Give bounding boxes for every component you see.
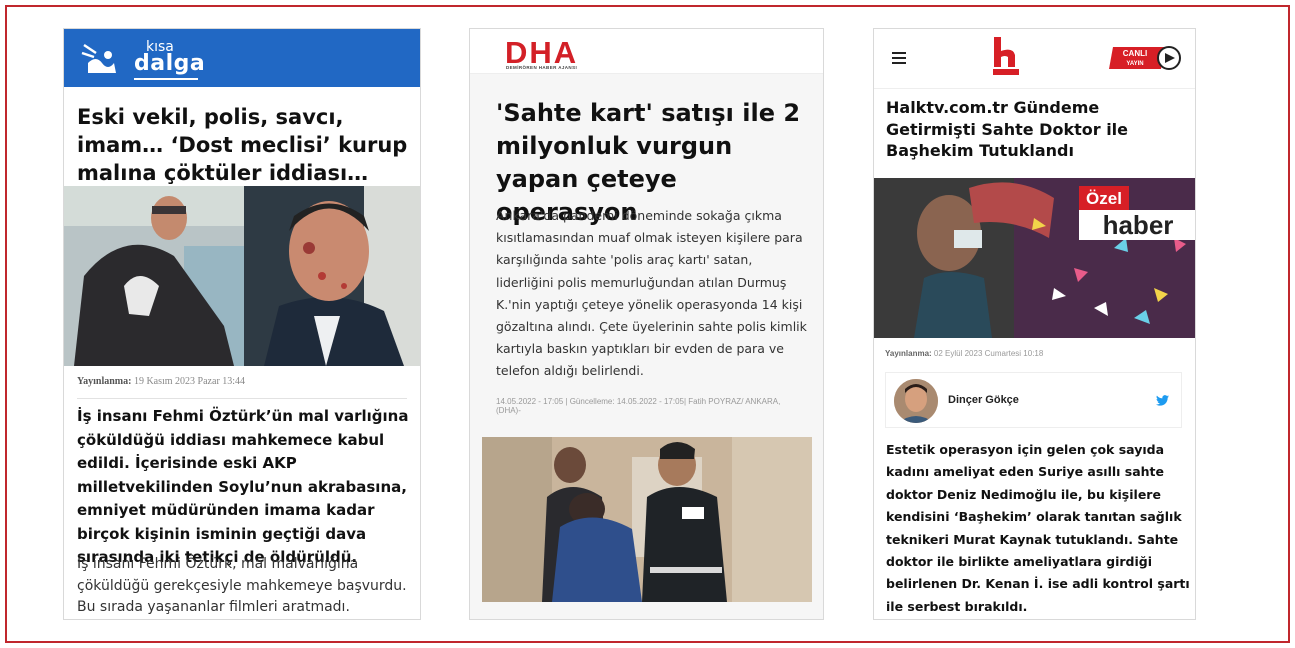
article-meta: 14.05.2022 - 17:05 | Güncelleme: 14.05.2… [496, 397, 781, 415]
dha-logo-subtitle: DEMİRÖREN HABER AJANSI [506, 65, 578, 70]
avatar [894, 379, 938, 423]
wave-icon [81, 43, 116, 73]
live-broadcast-button[interactable]: CANLI YAYIN [1109, 45, 1181, 71]
article-photo [482, 437, 812, 602]
hamburger-menu-icon[interactable] [892, 52, 906, 67]
news-card-kisadalga: kısa dalga Eski vekil, polis, savcı, ima… [63, 28, 421, 620]
news-card-halktv: CANLI YAYIN Halktv.com.tr Gündeme Getirm… [873, 28, 1196, 620]
article-photo: Özel haber [874, 178, 1195, 338]
publish-date-label: Yayınlanma: [885, 349, 932, 358]
live-label-2: YAYIN [1126, 61, 1143, 67]
publish-date: Yayınlanma: 19 Kasım 2023 Pazar 13:44 [77, 376, 245, 387]
logo-underline [134, 78, 198, 80]
twitter-icon[interactable] [1156, 395, 1169, 406]
article-lead: Estetik operasyon için gelen çok sayıda … [886, 442, 1190, 614]
headline[interactable]: Halktv.com.tr Gündeme Getirmişti Sahte D… [886, 97, 1186, 162]
divider [77, 398, 407, 399]
article-lead: İş insanı Fehmi Öztürk’ün mal varlığına … [77, 407, 409, 566]
article-photo [64, 186, 420, 366]
kisadalga-logo[interactable]: kısa dalga [78, 37, 208, 81]
live-label-1: CANLI [1123, 49, 1147, 58]
halktv-logo[interactable] [991, 37, 1021, 77]
article-body: Ankara'da pandemi döneminde sokağa çıkma… [496, 208, 807, 379]
publish-date-label: Yayınlanma: [77, 376, 132, 387]
site-header: DHA DEMİRÖREN HABER AJANSI [470, 29, 823, 74]
publish-date-value: 02 Eylül 2023 Cumartesi 10:18 [933, 349, 1044, 358]
article-body: İş insanı Fehmi Öztürk, mal malvarlığına… [77, 556, 407, 615]
photo-badge-1: Özel [1086, 189, 1122, 208]
photo-badge-2: haber [1103, 210, 1174, 240]
logo-main-text: dalga [134, 51, 206, 76]
site-header: CANLI YAYIN [874, 29, 1195, 89]
author-name[interactable]: Dinçer Gökçe [948, 394, 1019, 406]
news-card-dha: DHA DEMİRÖREN HABER AJANSI 'Sahte kart' … [469, 28, 824, 620]
publish-date-value: 19 Kasım 2023 Pazar 13:44 [133, 376, 246, 387]
site-header: kısa dalga [64, 29, 420, 87]
headline[interactable]: Eski vekil, polis, savcı, imam… ‘Dost me… [64, 87, 420, 187]
author-box[interactable]: Dinçer Gökçe [885, 372, 1182, 428]
publish-date: Yayınlanma: 02 Eylül 2023 Cumartesi 10:1… [885, 349, 1043, 358]
